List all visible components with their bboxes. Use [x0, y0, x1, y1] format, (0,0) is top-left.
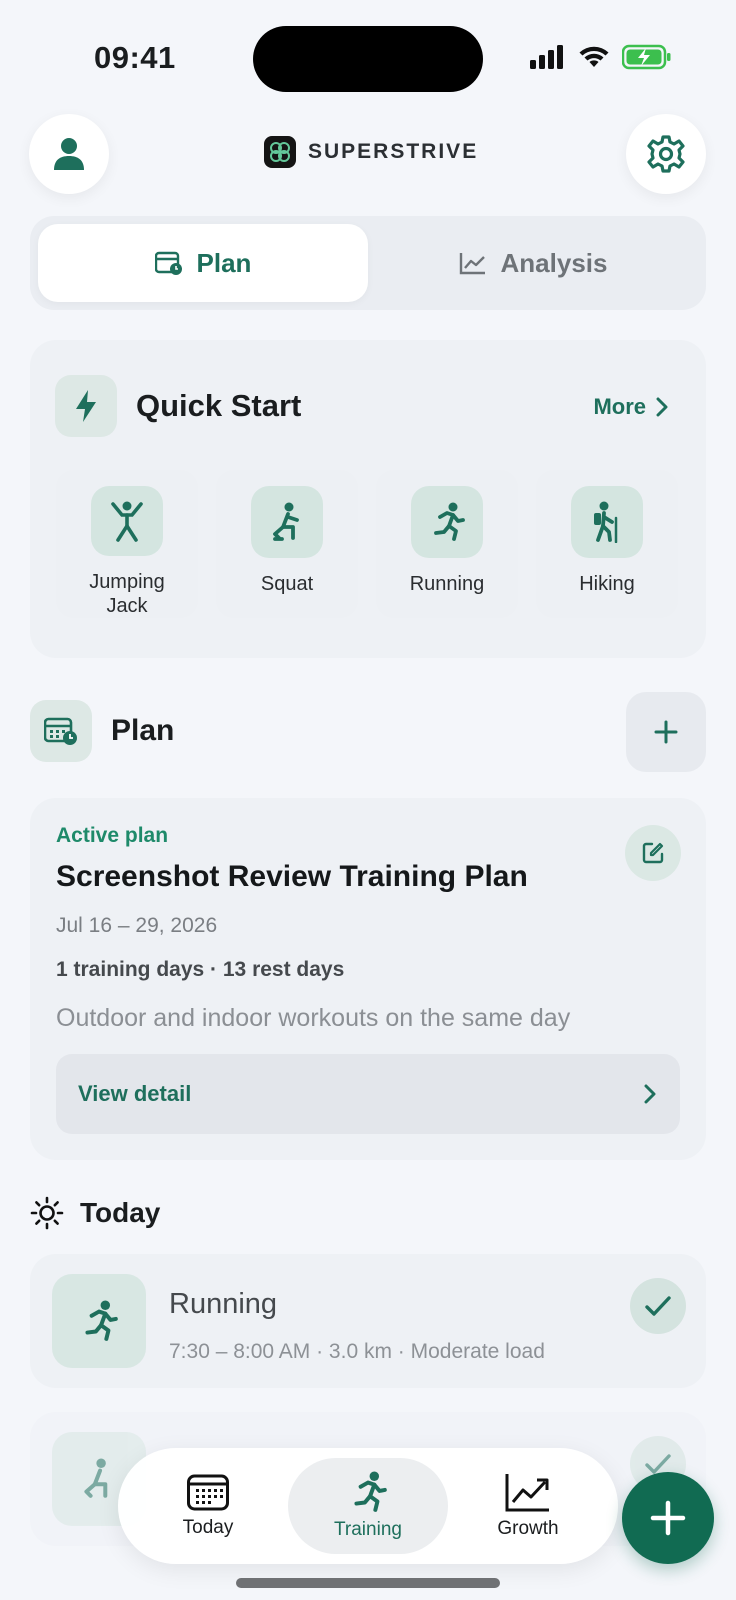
chevron-right-icon [656, 397, 668, 417]
nav-tab-today[interactable]: Today [128, 1458, 288, 1554]
quick-start-item-label: Running [409, 573, 485, 595]
hiking-icon [571, 486, 643, 558]
lightning-icon [76, 390, 96, 422]
workout-meta: 7:30 – 8:00 AM · 3.0 km · Moderate load [169, 1340, 545, 1363]
quick-start-item-jumping-jack[interactable]: Jumping Jack [56, 470, 198, 618]
status-time: 09:41 [94, 40, 176, 75]
brand-name: SUPERSTRIVE [308, 140, 479, 163]
today-title: Today [80, 1197, 161, 1228]
workout-complete-toggle[interactable] [630, 1278, 686, 1334]
nav-tab-growth[interactable]: Growth [448, 1458, 608, 1554]
plus-icon [650, 1500, 686, 1536]
brand: SUPERSTRIVE [264, 136, 478, 168]
calendar-icon [187, 1474, 229, 1511]
quick-start-item-label: Squat [260, 573, 314, 595]
quick-start-icon-box [55, 375, 117, 437]
quick-start-item-label: Jumping Jack [89, 571, 165, 617]
view-detail-button[interactable]: View detail [56, 1054, 680, 1134]
profile-button[interactable] [29, 114, 109, 194]
more-label: More [593, 394, 646, 419]
view-detail-label: View detail [78, 1081, 192, 1106]
home-indicator [236, 1578, 500, 1588]
quick-start-item-squat[interactable]: Squat [216, 470, 358, 618]
status-icons [530, 44, 672, 70]
running-icon [411, 486, 483, 558]
running-icon [52, 1274, 146, 1368]
gear-icon [647, 135, 685, 173]
quick-start-item-running[interactable]: Running [376, 470, 518, 618]
check-icon [645, 1296, 671, 1316]
tab-plan-label: Plan [196, 247, 252, 278]
calendar-clock-icon [44, 717, 77, 745]
add-plan-button[interactable] [626, 692, 706, 772]
person-icon [54, 138, 84, 170]
quick-start-title: Quick Start [136, 388, 302, 423]
plan-dates: Jul 16 – 29, 2026 [56, 914, 218, 937]
nav-tab-label: Today [182, 1517, 234, 1538]
today-header: Today [30, 1196, 160, 1230]
plan-status-label: Active plan [56, 824, 169, 847]
jumping-jack-icon [91, 486, 163, 556]
plan-section-icon-box [30, 700, 92, 762]
settings-button[interactable] [626, 114, 706, 194]
edit-plan-button[interactable] [625, 825, 681, 881]
chevron-right-icon [644, 1084, 656, 1104]
bottom-tab-bar: Today Training Growth [118, 1448, 618, 1564]
brand-logo-icon [264, 136, 296, 168]
plan-section-title: Plan [111, 714, 175, 747]
more-link[interactable]: More [593, 394, 668, 420]
line-chart-icon [459, 253, 485, 275]
plus-icon [654, 720, 678, 744]
plan-description: Outdoor and indoor workouts on the same … [56, 1004, 571, 1032]
battery-icon [622, 44, 671, 70]
wifi-icon [579, 46, 609, 67]
signal-icon [530, 45, 563, 69]
workout-title: Running [169, 1288, 278, 1320]
nav-tab-label: Growth [497, 1518, 559, 1539]
tab-analysis-label: Analysis [500, 247, 608, 278]
sun-icon [30, 1196, 64, 1230]
trend-up-icon [505, 1474, 549, 1512]
tab-analysis[interactable]: Analysis [368, 224, 698, 302]
running-icon [354, 1471, 387, 1512]
nav-tab-label: Training [334, 1519, 402, 1540]
dynamic-island [253, 26, 483, 92]
add-workout-fab[interactable] [622, 1472, 714, 1564]
quick-start-item-hiking[interactable]: Hiking [536, 470, 678, 618]
edit-icon [642, 842, 664, 864]
calendar-clock-icon [154, 251, 182, 275]
plan-name: Screenshot Review Training Plan [56, 860, 528, 893]
squat-icon [251, 486, 323, 558]
nav-tab-training[interactable]: Training [288, 1458, 448, 1554]
quick-start-item-label: Hiking [579, 573, 635, 595]
tab-plan[interactable]: Plan [38, 224, 368, 302]
plan-stats: 1 training days · 13 rest days [56, 958, 345, 981]
segmented-control: Plan Analysis [30, 216, 706, 310]
